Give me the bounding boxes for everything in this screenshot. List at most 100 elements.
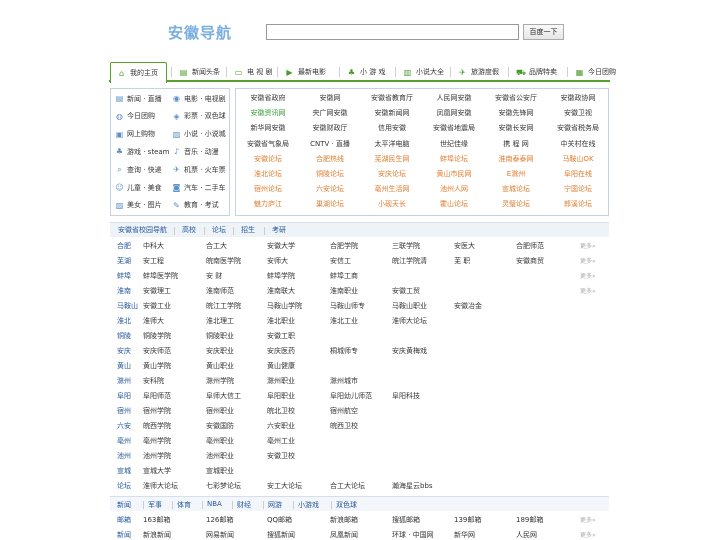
site-link[interactable]: 安徽省地震局 bbox=[423, 123, 485, 133]
row-link[interactable]: 安 财 bbox=[206, 271, 222, 281]
site-link[interactable]: 安徽财政厅 bbox=[299, 123, 361, 133]
category-link[interactable]: ✈ 机票 · 火车票 bbox=[172, 161, 226, 178]
row-link[interactable]: 三联学院 bbox=[392, 241, 420, 251]
row-link[interactable]: 安信工 bbox=[330, 256, 351, 266]
row-link[interactable]: 安徽大学 bbox=[267, 241, 295, 251]
site-link[interactable]: 安徽论坛 bbox=[237, 154, 299, 164]
site-link[interactable]: 安徽政协网 bbox=[547, 93, 609, 103]
site-link[interactable]: 安徽新闻网 bbox=[361, 108, 423, 118]
bottom-tab[interactable]: 军事 bbox=[148, 500, 162, 510]
nav-tab[interactable]: ▤ 新闻头条 bbox=[179, 62, 220, 82]
site-link[interactable]: 安徽省教育厅 bbox=[361, 93, 423, 103]
site-link[interactable]: 亳州生活网 bbox=[361, 184, 423, 194]
row-link[interactable]: 163邮箱 bbox=[143, 515, 170, 525]
site-link[interactable]: 安徽省公安厅 bbox=[485, 93, 547, 103]
site-link[interactable]: 铜陵论坛 bbox=[299, 169, 361, 179]
row-link[interactable]: 安庆黄梅戏 bbox=[392, 346, 427, 356]
row-link[interactable]: 淮南职业 bbox=[330, 286, 358, 296]
site-link[interactable]: 安徽网 bbox=[299, 93, 361, 103]
row-link[interactable]: 网易新闻 bbox=[206, 530, 234, 540]
site-link[interactable]: 人民网安徽 bbox=[423, 93, 485, 103]
row-link[interactable]: 皖西卫校 bbox=[330, 421, 358, 431]
row-link[interactable]: 安工程 bbox=[143, 256, 164, 266]
row-link[interactable]: 189邮箱 bbox=[516, 515, 543, 525]
site-link[interactable]: 安徽省政府 bbox=[237, 93, 299, 103]
site-link[interactable]: 蚌埠论坛 bbox=[423, 154, 485, 164]
row-city[interactable]: 滁州 bbox=[117, 376, 131, 386]
row-link[interactable]: 中科大 bbox=[143, 241, 164, 251]
site-link[interactable]: 阜阳在线 bbox=[547, 169, 609, 179]
row-link[interactable]: 滁州学院 bbox=[206, 376, 234, 386]
row-city[interactable]: 马鞍山 bbox=[117, 301, 138, 311]
category-link[interactable]: ♣ 游戏 · steam bbox=[115, 143, 170, 160]
row-link[interactable]: 铜陵学院 bbox=[143, 331, 171, 341]
row-link[interactable]: 淮北职业 bbox=[267, 316, 295, 326]
row-city[interactable]: 论坛 bbox=[117, 481, 131, 491]
row-link[interactable]: 126邮箱 bbox=[206, 515, 233, 525]
row-link[interactable]: 黄山学院 bbox=[143, 361, 171, 371]
row-link[interactable]: 安庆医药 bbox=[267, 346, 295, 356]
row-city[interactable]: 淮南 bbox=[117, 286, 131, 296]
row-city[interactable]: 六安 bbox=[117, 421, 131, 431]
school-nav-tab[interactable]: 考研 bbox=[272, 225, 286, 235]
category-link[interactable]: ◙ 汽车 · 二手车 bbox=[172, 179, 226, 196]
site-link[interactable]: 淮北论坛 bbox=[237, 169, 299, 179]
row-link[interactable]: 马鞍山师专 bbox=[330, 301, 365, 311]
bottom-tab[interactable]: NBA bbox=[207, 500, 222, 508]
bottom-tab[interactable]: 财经 bbox=[237, 500, 251, 510]
row-link[interactable]: 黄山健康 bbox=[267, 361, 295, 371]
row-link[interactable]: 合肥师范 bbox=[516, 241, 544, 251]
row-link[interactable]: 搜狐新闻 bbox=[267, 530, 295, 540]
row-link[interactable]: 马鞍山学院 bbox=[267, 301, 302, 311]
search-input[interactable] bbox=[266, 24, 519, 40]
row-city[interactable]: 蚌埠 bbox=[117, 271, 131, 281]
row-link[interactable]: 滁州城市 bbox=[330, 376, 358, 386]
category-link[interactable]: ◍ 今日团购 bbox=[115, 108, 155, 125]
site-link[interactable]: 小砚天长 bbox=[361, 199, 423, 209]
site-link[interactable]: 合肥热线 bbox=[299, 154, 361, 164]
row-link[interactable]: 马鞍山职业 bbox=[392, 301, 427, 311]
row-link[interactable]: 淮南师范 bbox=[206, 286, 234, 296]
category-link[interactable]: ♪ 音乐 · 动漫 bbox=[172, 143, 219, 160]
nav-tab[interactable]: ▭ 电 视 剧 bbox=[234, 62, 273, 82]
row-link[interactable]: 淮北工业 bbox=[330, 316, 358, 326]
more-link[interactable]: 更多» bbox=[580, 271, 596, 280]
row-link[interactable]: 桐城师专 bbox=[330, 346, 358, 356]
nav-tab[interactable]: ⛟ 品牌特卖 bbox=[516, 62, 557, 82]
site-link[interactable]: 太平洋电脑 bbox=[361, 139, 423, 149]
row-link[interactable]: 安师大 bbox=[267, 256, 288, 266]
category-link[interactable]: ▣ 网上购物 bbox=[115, 126, 155, 143]
row-link[interactable]: 淮师大 bbox=[143, 316, 164, 326]
row-link[interactable]: 安徽国防 bbox=[206, 421, 234, 431]
bottom-tab[interactable]: 小游戏 bbox=[298, 500, 319, 510]
nav-tab[interactable]: ▶ 最新电影 bbox=[285, 62, 326, 82]
row-city[interactable]: 宿州 bbox=[117, 406, 131, 416]
row-city[interactable]: 亳州 bbox=[117, 436, 131, 446]
nav-tab[interactable]: ✈ 旅游度假 bbox=[458, 62, 499, 82]
site-link[interactable]: 池州人网 bbox=[423, 184, 485, 194]
more-link[interactable]: 更多» bbox=[580, 241, 596, 250]
row-link[interactable]: 凤凰新闻 bbox=[330, 530, 358, 540]
row-link[interactable]: 新浪邮箱 bbox=[330, 515, 358, 525]
row-link[interactable]: 淮北理工 bbox=[206, 316, 234, 326]
row-link[interactable]: 宿州航空 bbox=[330, 406, 358, 416]
row-link[interactable]: 宿州职业 bbox=[206, 406, 234, 416]
row-link[interactable]: 七彩梦论坛 bbox=[206, 481, 241, 491]
row-link[interactable]: QQ邮箱 bbox=[267, 515, 292, 525]
row-link[interactable]: 瀚海星云bbs bbox=[392, 481, 433, 491]
site-link[interactable]: 六安论坛 bbox=[299, 184, 361, 194]
row-city[interactable]: 铜陵 bbox=[117, 331, 131, 341]
site-link[interactable]: 马鞍山OK bbox=[547, 154, 609, 164]
nav-tab[interactable]: ⌂ 我的主页 bbox=[110, 62, 167, 83]
site-link[interactable]: 魅力庐江 bbox=[237, 199, 299, 209]
category-link[interactable]: ◈ 彩票 · 双色球 bbox=[172, 108, 225, 125]
site-link[interactable]: 携 程 网 bbox=[485, 139, 547, 149]
row-city[interactable]: 阜阳 bbox=[117, 391, 131, 401]
bottom-tab[interactable]: 体育 bbox=[177, 500, 191, 510]
row-link[interactable]: 139邮箱 bbox=[454, 515, 481, 525]
school-nav-tab[interactable]: 高校 bbox=[182, 225, 196, 235]
nav-tab[interactable]: ▦ 今日团购 bbox=[575, 62, 616, 82]
category-link[interactable]: ◉ 电影 · 电视剧 bbox=[172, 90, 226, 107]
row-city[interactable]: 新闻 bbox=[117, 530, 131, 540]
row-link[interactable]: 六安职业 bbox=[267, 421, 295, 431]
